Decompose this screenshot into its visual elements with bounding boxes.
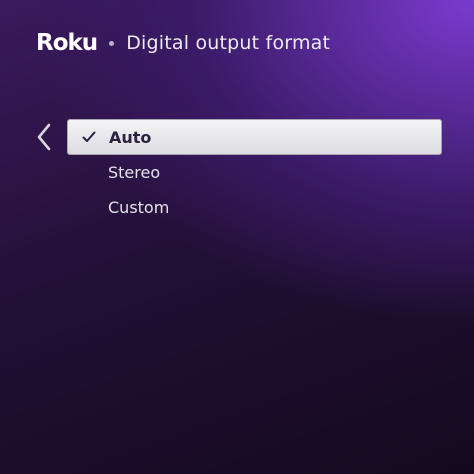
menu-item-label: Custom (108, 198, 170, 217)
menu-item-auto[interactable]: Auto (67, 119, 442, 155)
header: Roku Digital output format (36, 26, 330, 60)
menu-item-label: Auto (109, 127, 152, 147)
page-title: Digital output format (126, 32, 331, 54)
header-separator-dot (109, 40, 115, 46)
output-format-menu: Auto Stereo Custom (67, 119, 442, 225)
checkmark-icon (68, 131, 109, 143)
menu-item-stereo[interactable]: Stereo (67, 155, 442, 190)
menu-item-custom[interactable]: Custom (67, 190, 442, 225)
menu-item-label: Stereo (108, 163, 161, 182)
chevron-left-icon[interactable] (34, 121, 56, 153)
roku-logo: Roku (36, 30, 98, 56)
